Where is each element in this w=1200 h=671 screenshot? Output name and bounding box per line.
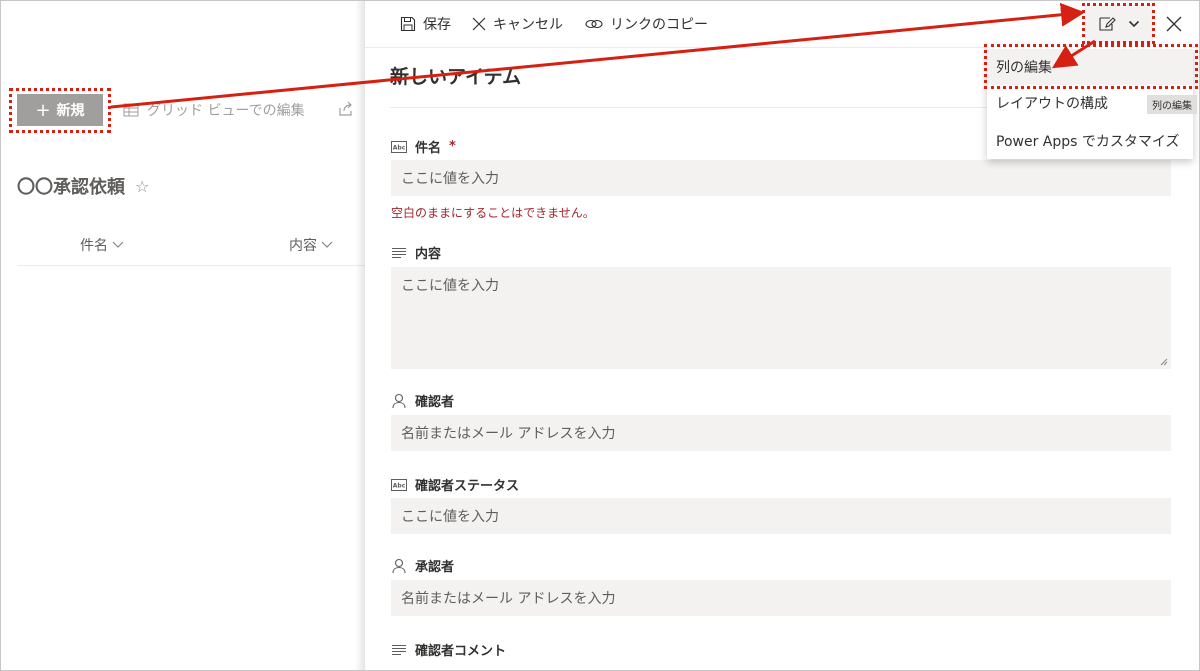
confirmer-people-picker[interactable]: 名前またはメール アドレスを入力 bbox=[391, 415, 1171, 451]
grid-edit-button[interactable]: グリッド ビューでの編集 bbox=[123, 100, 305, 120]
chevron-down-icon bbox=[112, 241, 124, 248]
field-label-confirmer-text: 確認者 bbox=[415, 395, 455, 410]
multiline-icon bbox=[392, 247, 406, 258]
panel-title: 新しいアイテム bbox=[390, 66, 522, 88]
column-header-subject-label: 件名 bbox=[80, 238, 108, 254]
field-label-approver: 承認者 bbox=[391, 556, 454, 575]
cancel-button[interactable]: キャンセル bbox=[472, 14, 563, 34]
column-header-content-label: 内容 bbox=[289, 238, 317, 254]
subject-input[interactable]: ここに値を入力 bbox=[391, 160, 1171, 196]
link-icon bbox=[585, 19, 603, 29]
content-placeholder: ここに値を入力 bbox=[401, 278, 499, 294]
subject-placeholder: ここに値を入力 bbox=[401, 171, 499, 187]
confirmer-status-input[interactable]: ここに値を入力 bbox=[391, 498, 1171, 534]
highlight-edit-columns-item bbox=[984, 44, 1198, 89]
highlight-new-button bbox=[9, 88, 111, 133]
field-label-confirmer-status: Abc 確認者ステータス bbox=[391, 475, 519, 494]
content-textarea[interactable]: ここに値を入力 bbox=[391, 267, 1171, 369]
column-header-content[interactable]: 内容 bbox=[289, 235, 333, 255]
field-label-confirmer-comment-text: 確認者コメント bbox=[415, 644, 507, 659]
field-label-content-text: 内容 bbox=[415, 247, 442, 262]
close-icon bbox=[1166, 16, 1182, 32]
save-label: 保存 bbox=[423, 17, 451, 33]
field-label-confirmer-status-text: 確認者ステータス bbox=[415, 479, 520, 494]
text-field-icon: Abc bbox=[391, 140, 407, 153]
confirmer-placeholder: 名前またはメール アドレスを入力 bbox=[401, 426, 616, 442]
save-button[interactable]: 保存 bbox=[400, 14, 451, 34]
required-marker: * bbox=[449, 139, 456, 154]
favorite-star-icon[interactable]: ☆ bbox=[135, 177, 149, 196]
list-header-divider bbox=[17, 265, 367, 266]
copy-link-button[interactable]: リンクのコピー bbox=[585, 14, 708, 34]
close-panel-button[interactable] bbox=[1163, 13, 1185, 35]
cancel-icon bbox=[472, 17, 486, 31]
save-icon bbox=[400, 16, 416, 32]
menu-item-power-apps-label: Power Apps でカスタマイズ bbox=[996, 134, 1180, 150]
confirmer-status-placeholder: ここに値を入力 bbox=[401, 509, 499, 525]
panel-command-bar: 保存 キャンセル リンクのコピー bbox=[365, 1, 1199, 48]
screenshot-frame: + 新規 グリッド ビューでの編集 〇〇承認依頼 ☆ 件名 内容 保存 キャンセ… bbox=[0, 0, 1200, 671]
resize-grip-icon[interactable] bbox=[1160, 358, 1168, 366]
menu-item-configure-layout-label: レイアウトの構成 bbox=[996, 96, 1108, 112]
grid-icon bbox=[123, 103, 139, 117]
menu-item-power-apps[interactable]: Power Apps でカスタマイズ bbox=[987, 123, 1193, 159]
approver-people-picker[interactable]: 名前またはメール アドレスを入力 bbox=[391, 580, 1171, 616]
field-label-confirmer-comment: 確認者コメント bbox=[391, 640, 506, 659]
field-label-approver-text: 承認者 bbox=[415, 560, 455, 575]
svg-text:Abc: Abc bbox=[393, 482, 406, 489]
multiline-icon bbox=[392, 644, 406, 655]
person-icon bbox=[392, 558, 406, 573]
list-title-text: 〇〇承認依頼 bbox=[17, 177, 125, 198]
person-icon bbox=[392, 393, 406, 408]
share-icon[interactable] bbox=[337, 100, 355, 118]
highlight-edit-form-button bbox=[1082, 3, 1155, 44]
tooltip: 列の編集 bbox=[1147, 95, 1197, 114]
field-label-content: 内容 bbox=[391, 243, 441, 262]
cancel-label: キャンセル bbox=[493, 17, 563, 33]
field-label-subject-text: 件名 bbox=[415, 141, 442, 156]
list-title: 〇〇承認依頼 ☆ bbox=[17, 173, 149, 199]
text-field-icon: Abc bbox=[391, 478, 407, 491]
field-label-confirmer: 確認者 bbox=[391, 391, 454, 410]
column-header-subject[interactable]: 件名 bbox=[80, 235, 124, 255]
copy-link-label: リンクのコピー bbox=[610, 17, 708, 33]
subject-error-message: 空白のままにすることはできません。 bbox=[391, 206, 595, 220]
chevron-down-icon bbox=[321, 241, 333, 248]
svg-text:Abc: Abc bbox=[393, 144, 406, 151]
approver-placeholder: 名前またはメール アドレスを入力 bbox=[401, 591, 616, 607]
field-label-subject: Abc 件名 * bbox=[391, 137, 456, 156]
grid-edit-label: グリッド ビューでの編集 bbox=[147, 103, 305, 119]
